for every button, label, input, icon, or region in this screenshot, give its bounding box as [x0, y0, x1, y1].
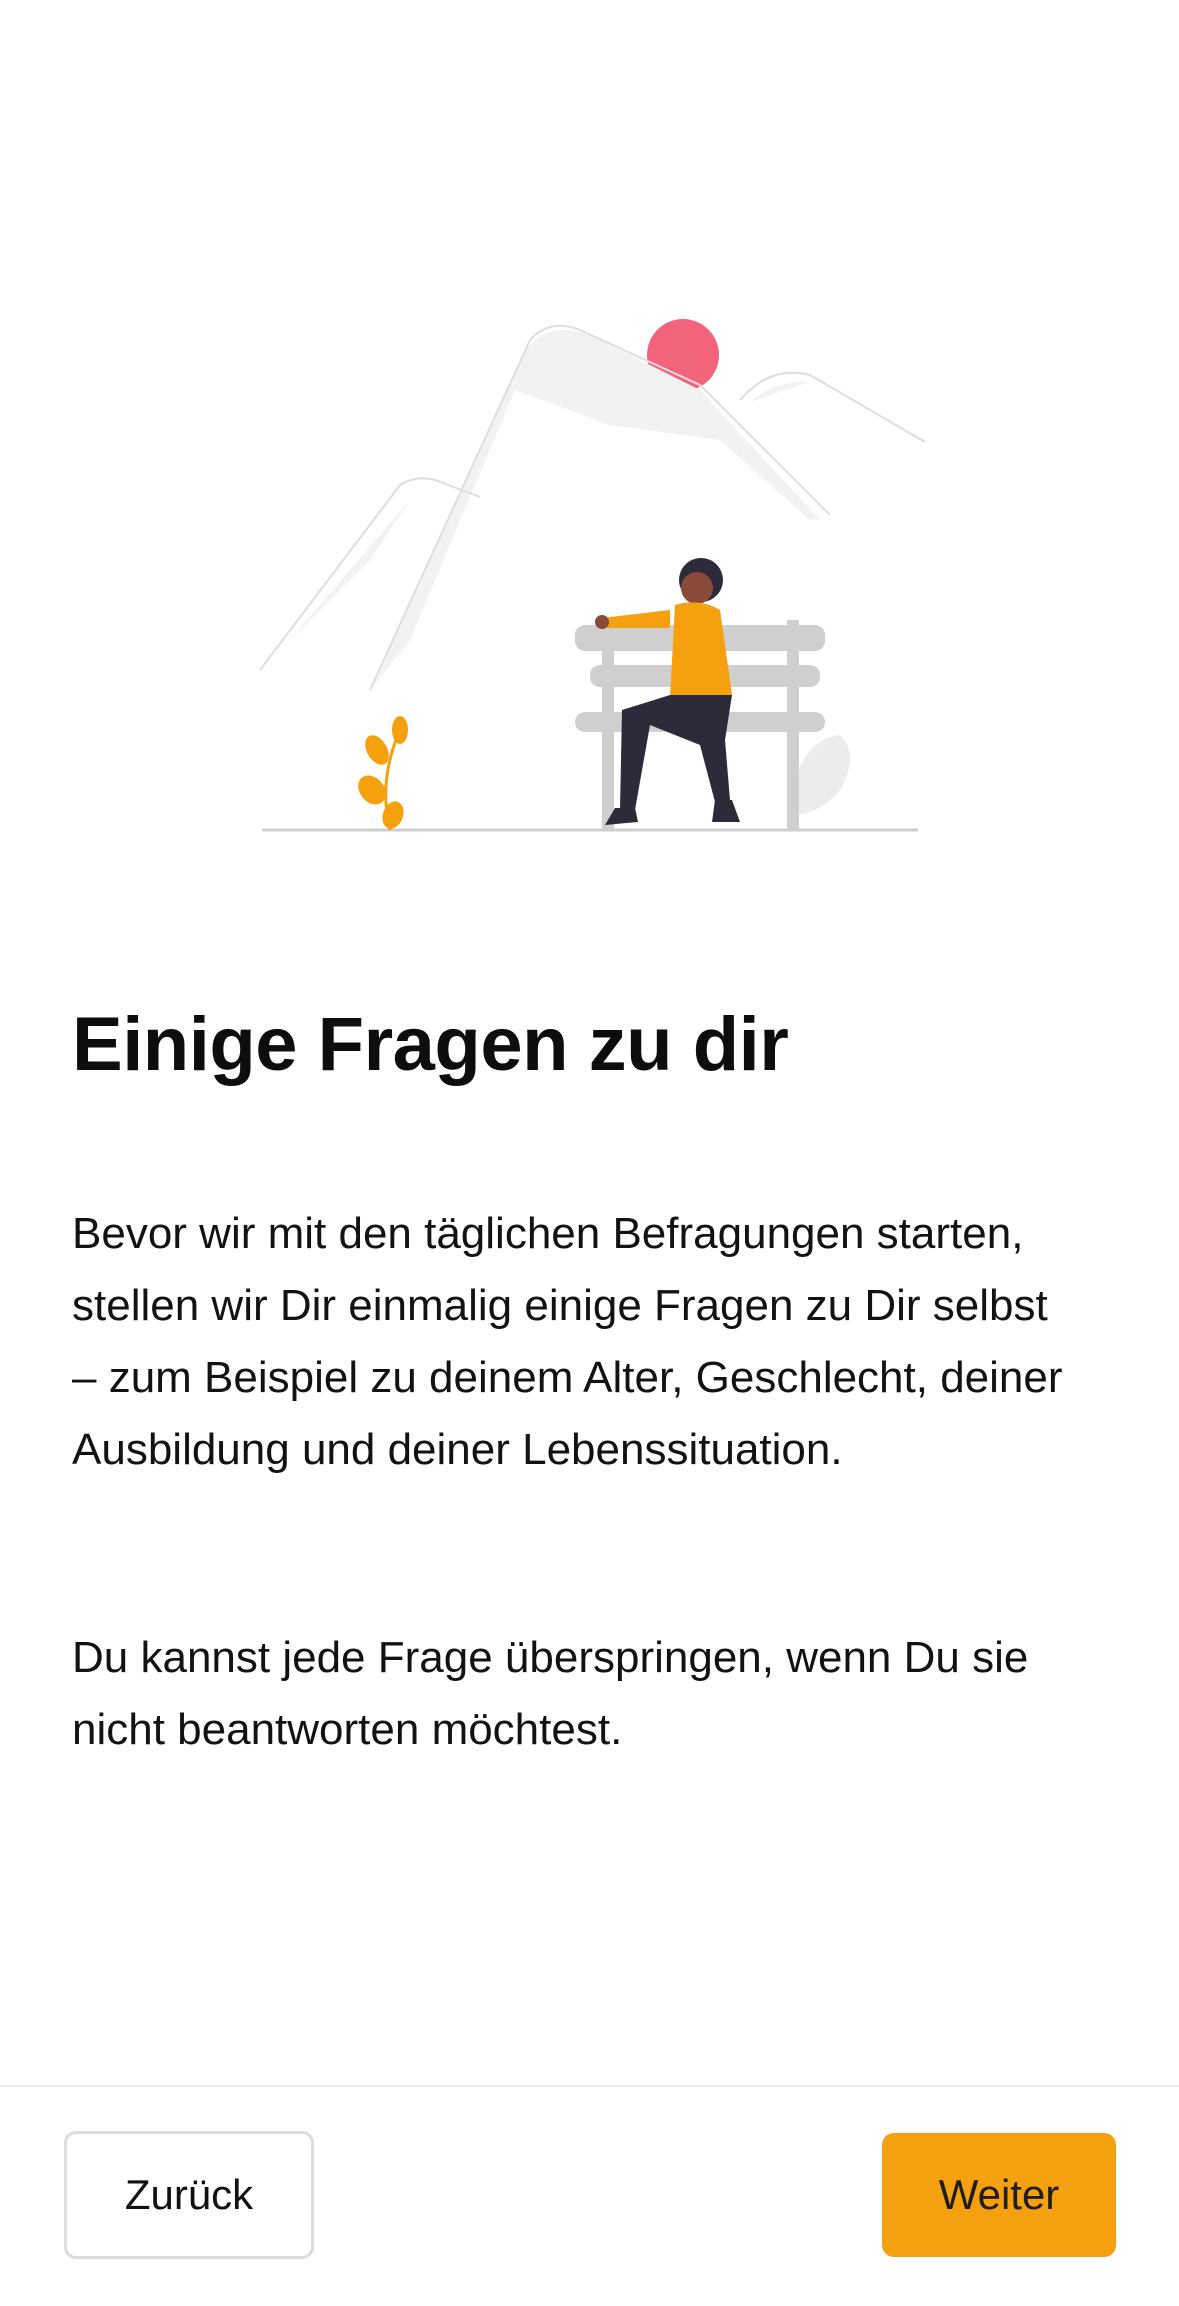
onboarding-illustration: [250, 310, 930, 840]
intro-paragraph: Bevor wir mit den täglichen Befragungen …: [72, 1209, 1063, 1474]
skip-hint-paragraph: Du kannst jede Frage überspringen, wenn …: [72, 1633, 1029, 1754]
back-button[interactable]: Zurück: [64, 2131, 314, 2259]
person-shape: [595, 558, 740, 825]
page-title: Einige Fragen zu dir: [72, 1002, 789, 1087]
next-button[interactable]: Weiter: [882, 2133, 1116, 2257]
footer-divider: [0, 2085, 1179, 2087]
plant-shape: [358, 716, 408, 831]
